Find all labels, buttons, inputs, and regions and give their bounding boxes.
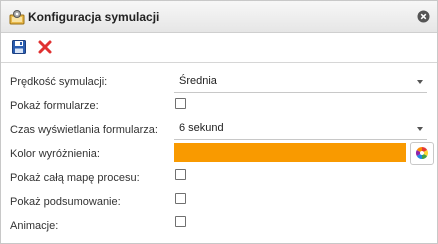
close-icon[interactable] <box>417 10 430 23</box>
speed-label: Prędkość symulacji: <box>10 76 108 88</box>
form-display-time-value: 6 sekund <box>179 122 224 134</box>
form-display-time-label: Czas wyświetlania formularza: <box>10 124 158 136</box>
show-process-map-checkbox[interactable] <box>175 169 186 180</box>
toolbar <box>1 33 437 63</box>
form-display-time-select[interactable]: 6 sekund <box>174 118 427 140</box>
speed-select-value: Średnia <box>179 75 217 87</box>
show-process-map-label: Pokaż całą mapę procesu: <box>10 172 140 184</box>
show-summary-checkbox[interactable] <box>175 193 186 204</box>
show-forms-checkbox[interactable] <box>175 98 186 109</box>
color-wheel-icon <box>415 147 429 159</box>
cancel-button[interactable] <box>37 39 53 55</box>
simulation-config-dialog: Konfiguracja symulacji Prędkość symulacj… <box>0 0 438 244</box>
dialog-title: Konfiguracja symulacji <box>28 10 160 24</box>
show-forms-label: Pokaż formularze: <box>10 100 99 112</box>
animations-checkbox[interactable] <box>175 216 186 227</box>
chevron-down-icon <box>417 80 423 84</box>
red-x-icon <box>38 40 52 54</box>
save-button[interactable] <box>11 39 27 55</box>
chevron-down-icon <box>417 127 423 131</box>
floppy-disk-icon <box>12 40 26 54</box>
highlight-color-label: Kolor wyróżnienia: <box>10 148 100 160</box>
simulation-config-icon <box>9 9 25 25</box>
animations-label: Animacje: <box>10 220 59 232</box>
color-picker-button[interactable] <box>410 142 434 165</box>
show-summary-label: Pokaż podsumowanie: <box>10 196 121 208</box>
speed-select[interactable]: Średnia <box>174 71 427 93</box>
dialog-titlebar: Konfiguracja symulacji <box>1 1 437 33</box>
highlight-color-swatch[interactable] <box>174 143 406 162</box>
